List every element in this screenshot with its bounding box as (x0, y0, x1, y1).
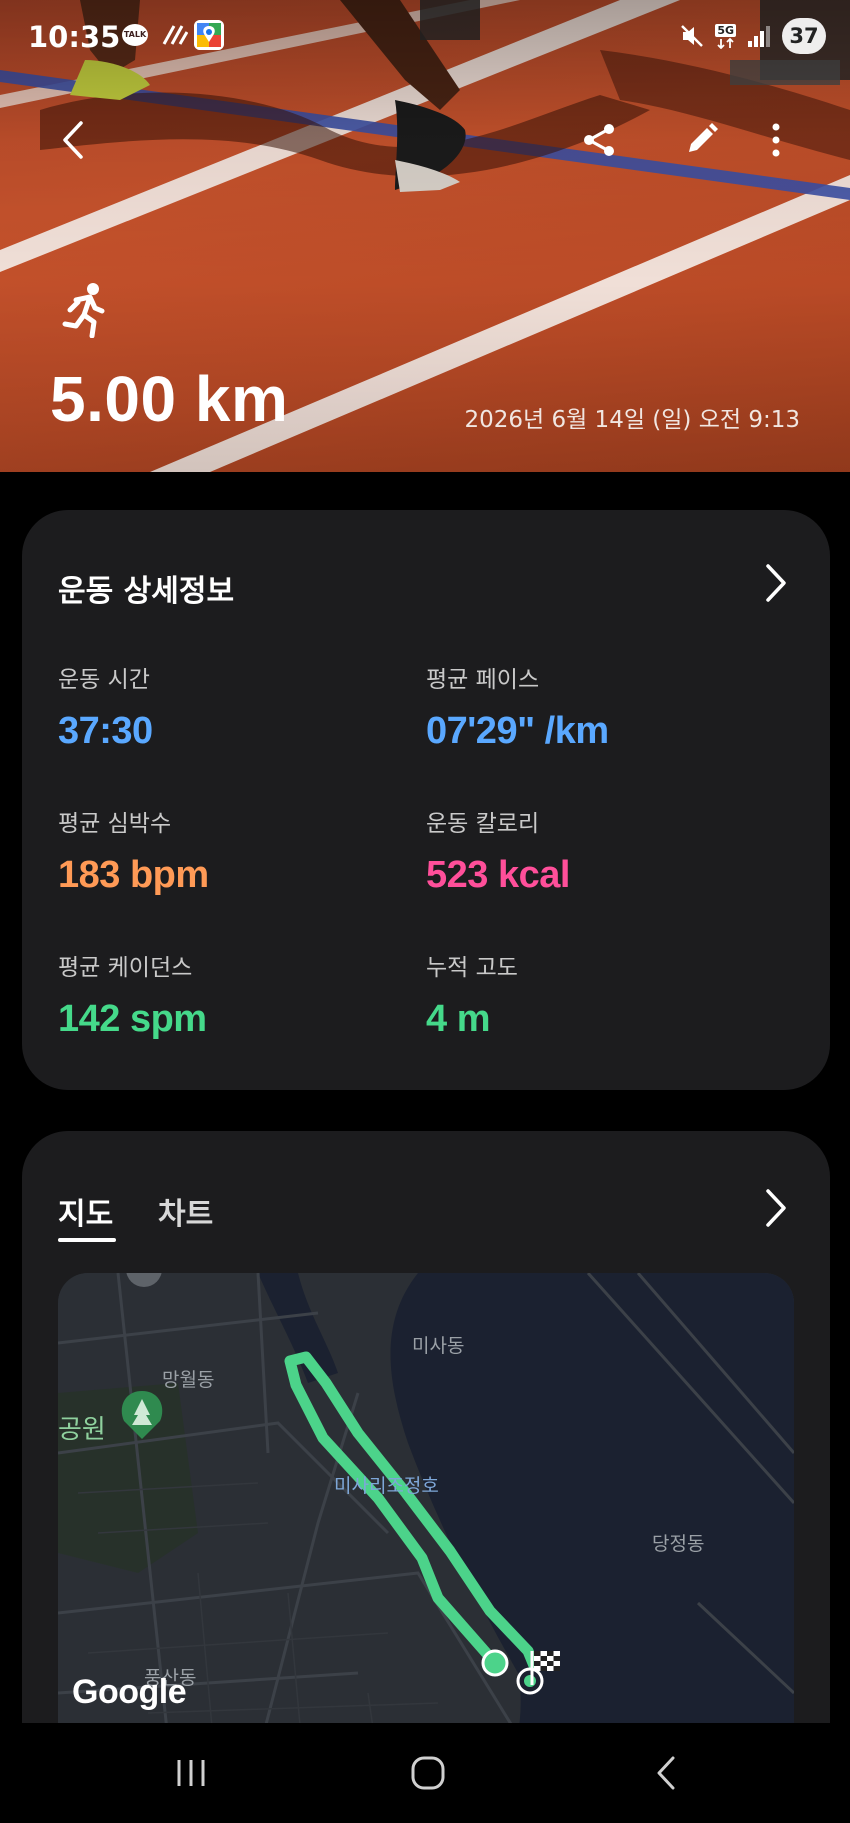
stat-label: 평균 케이던스 (58, 955, 193, 981)
map-label-dangjeong: 당정동 (652, 1533, 705, 1555)
stat-calories: 운동 칼로리 523 kcal (426, 804, 746, 897)
stat-value: 37:30 (58, 710, 153, 752)
status-right: 5G 37 (679, 18, 826, 54)
more-vertical-icon (772, 123, 780, 157)
tab-chart[interactable]: 차트 (158, 1189, 213, 1233)
signal-icon (748, 26, 770, 47)
workout-details-card[interactable]: 운동 상세정보 운동 시간 37:30 평균 페이스 07'29" /km 평균… (22, 510, 830, 1090)
chevron-right-icon[interactable] (760, 1187, 790, 1229)
status-bar: 10:35 TALK 5G 37 (0, 0, 850, 78)
stat-label: 누적 고도 (426, 955, 518, 981)
map-label-mangwol: 망월동 (162, 1369, 215, 1391)
system-nav-bar (0, 1723, 850, 1823)
home-button[interactable] (388, 1743, 468, 1803)
stat-value: 142 spm (58, 998, 207, 1040)
back-button[interactable] (46, 112, 102, 168)
chevron-right-icon[interactable] (760, 562, 790, 604)
workout-datetime: 2026년 6월 14일 (일) 오전 9:13 (464, 407, 800, 433)
stat-value: 4 m (426, 998, 490, 1040)
share-icon (584, 124, 614, 156)
back-icon (657, 1756, 675, 1790)
network-5g-icon: 5G (715, 23, 736, 49)
more-options-button[interactable] (748, 112, 804, 168)
battery-indicator: 37 (782, 18, 826, 54)
recent-apps-button[interactable] (151, 1743, 231, 1803)
stat-label: 평균 페이스 (426, 667, 540, 693)
home-icon (411, 1756, 445, 1790)
stat-value: 07'29" /km (426, 710, 609, 752)
share-button[interactable] (571, 112, 627, 168)
tab-map[interactable]: 지도 (58, 1189, 113, 1233)
mute-icon (681, 25, 704, 47)
edit-pencil-icon (689, 123, 718, 152)
map-label-lake: 미사리조정호 (334, 1475, 439, 1497)
stat-label: 평균 심박수 (58, 811, 172, 837)
edit-button[interactable] (673, 112, 729, 168)
stat-avg-heart-rate: 평균 심박수 183 bpm (58, 804, 378, 897)
back-nav-button[interactable] (626, 1743, 706, 1803)
tab-underline (58, 1238, 116, 1242)
google-attribution: Google (72, 1673, 187, 1711)
notification-slash-icon (162, 25, 188, 45)
back-arrow-icon (63, 121, 83, 159)
stat-avg-pace: 평균 페이스 07'29" /km (426, 660, 746, 753)
recent-apps-icon (177, 1760, 205, 1786)
running-person-icon (62, 283, 105, 338)
map-label-misa: 미사동 (412, 1335, 465, 1357)
status-time: 10:35 (28, 20, 121, 54)
stat-avg-cadence: 평균 케이던스 142 spm (58, 948, 378, 1041)
stat-label: 운동 칼로리 (426, 811, 540, 837)
hero-banner: 10:35 TALK 5G 37 5.00 km 2026년 6월 14일 (일… (0, 0, 850, 472)
maps-app-icon (194, 20, 224, 50)
stat-elevation-gain: 누적 고도 4 m (426, 948, 746, 1041)
map-chart-card: 지도 차트 망월동 공원 미사동 미사리조정호 당정동 풍산동 Google (22, 1131, 830, 1823)
stat-value: 183 bpm (58, 854, 209, 896)
stat-value: 523 kcal (426, 854, 570, 896)
distance-value: 5.00 km (50, 363, 289, 435)
card-title: 운동 상세정보 (58, 574, 235, 609)
map-label-park: 공원 (58, 1415, 106, 1445)
stat-label: 운동 시간 (58, 667, 150, 693)
stat-duration: 운동 시간 37:30 (58, 660, 378, 753)
kakaotalk-icon: TALK (122, 24, 148, 46)
